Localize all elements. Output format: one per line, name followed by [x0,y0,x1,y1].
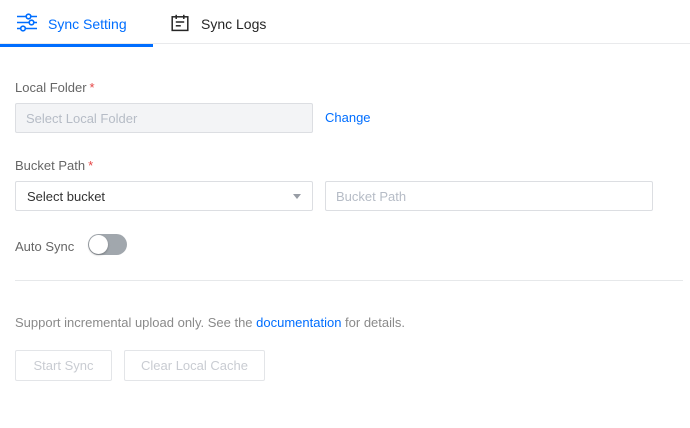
section-divider [15,280,683,281]
sync-settings-panel: Sync Setting Sync Logs Local Folder* C [0,0,690,428]
bucket-path-input[interactable] [325,181,653,211]
start-sync-button[interactable]: Start Sync [15,350,112,381]
auto-sync-label: Auto Sync [15,239,74,254]
bucket-path-label: Bucket Path* [15,158,93,173]
tab-sync-setting-label: Sync Setting [48,16,127,32]
note-text-prefix: Support incremental upload only. See the [15,315,256,330]
bucket-select[interactable]: Select bucket [15,181,313,211]
local-folder-input[interactable] [15,103,313,133]
tab-sync-setting[interactable]: Sync Setting [0,0,153,47]
required-asterisk: * [88,158,93,173]
incremental-upload-note: Support incremental upload only. See the… [15,315,405,330]
required-asterisk: * [90,80,95,95]
auto-sync-toggle[interactable] [88,234,127,255]
clear-local-cache-button[interactable]: Clear Local Cache [124,350,265,381]
logs-icon [170,13,190,33]
note-text-suffix: for details. [341,315,405,330]
documentation-link[interactable]: documentation [256,315,341,330]
bucket-select-value: Select bucket [27,189,105,204]
sliders-icon [17,13,37,32]
change-folder-link[interactable]: Change [325,110,371,125]
tab-sync-logs-label: Sync Logs [201,16,266,32]
chevron-down-icon [293,194,301,199]
local-folder-label: Local Folder* [15,80,95,95]
toggle-knob [89,235,108,254]
tab-bar: Sync Setting Sync Logs [0,0,690,47]
tab-sync-logs[interactable]: Sync Logs [153,0,305,47]
